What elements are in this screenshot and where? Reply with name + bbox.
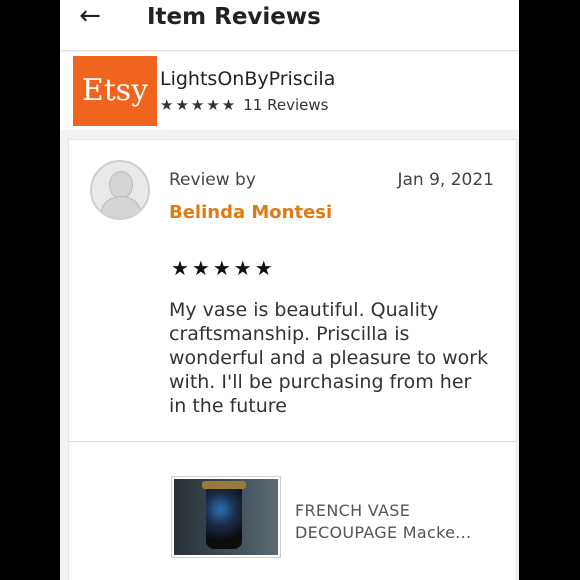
reviewer-name[interactable]: Belinda Montesi	[169, 202, 332, 223]
shop-rating: ★★★★★ 11 Reviews	[160, 96, 328, 114]
shop-info[interactable]: Etsy LightsOnByPriscila ★★★★★ 11 Reviews	[60, 52, 519, 130]
app-header: ← Item Reviews	[60, 0, 519, 51]
review-text: My vase is beautiful. Quality craftsmans…	[169, 299, 489, 417]
item-thumbnail[interactable]	[171, 476, 281, 558]
avatar-head-shape	[109, 171, 133, 199]
review-card: Review by Jan 9, 2021 Belinda Montesi ★★…	[68, 139, 517, 580]
avatar	[90, 160, 150, 220]
divider	[69, 441, 516, 442]
review-date: Jan 9, 2021	[397, 170, 495, 190]
etsy-logo: Etsy	[73, 56, 157, 126]
shop-review-count: 11 Reviews	[243, 96, 329, 114]
shop-star-rating: ★★★★★	[160, 96, 238, 114]
review-star-rating: ★★★★★	[171, 256, 276, 280]
phone-screen: ← Item Reviews Etsy LightsOnByPriscila ★…	[60, 0, 519, 580]
arrow-left-icon: ←	[79, 1, 101, 31]
shop-name[interactable]: LightsOnByPriscila	[160, 68, 335, 90]
item-title[interactable]: FRENCH VASE DECOUPAGE Macke...	[295, 500, 500, 544]
vase-rim-shape	[202, 481, 246, 489]
back-button[interactable]: ←	[74, 2, 106, 32]
vase-shape	[206, 483, 242, 549]
avatar-body-shape	[101, 196, 141, 218]
page-title: Item Reviews	[147, 4, 321, 30]
vase-photo	[174, 479, 278, 555]
review-by-label: Review by	[169, 170, 256, 190]
